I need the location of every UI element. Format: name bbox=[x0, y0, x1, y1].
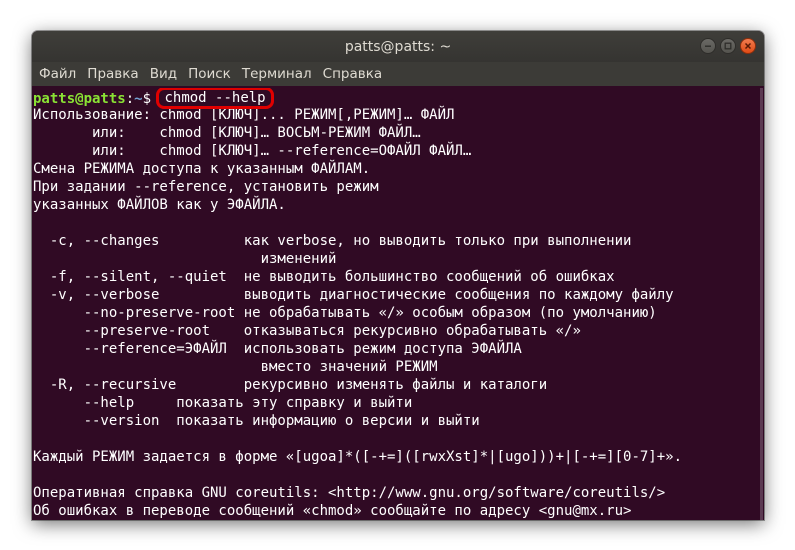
output-line: -c, --changes как verbose, но выводить т… bbox=[33, 233, 632, 249]
output-line: указанных ФАЙЛОВ как у ЭФАЙЛА. bbox=[33, 197, 286, 213]
output-line: -f, --silent, --quiet не выводить больши… bbox=[33, 269, 615, 285]
output-line: --help показать эту справку и выйти bbox=[33, 395, 413, 411]
output-line: --version показать информацию о версии и… bbox=[33, 413, 480, 429]
terminal-output[interactable]: patts@patts:~$ chmod --help Использовани… bbox=[33, 88, 758, 520]
title-bar[interactable]: patts@patts: ~ bbox=[32, 31, 764, 62]
maximize-button[interactable] bbox=[720, 38, 736, 54]
output-line: вместо значений РЕЖИМ bbox=[33, 359, 438, 375]
menu-terminal[interactable]: Терминал bbox=[242, 66, 312, 82]
output-line: Каждый РЕЖИМ задается в форме «[ugoa]*([… bbox=[33, 449, 683, 465]
menu-help[interactable]: Справка bbox=[323, 66, 382, 82]
output-line: или: chmod [КЛЮЧ]… --reference=ОФАЙЛ ФАЙ… bbox=[33, 143, 472, 159]
highlighted-command: chmod --help bbox=[156, 88, 274, 109]
prompt-user: patts@patts bbox=[33, 91, 126, 107]
terminal-window: patts@patts: ~ Файл Правка Вид Поиск Тер… bbox=[32, 31, 764, 520]
minimize-button[interactable] bbox=[700, 38, 716, 54]
output-line: Смена РЕЖИМА доступа к указанным ФАЙЛАМ. bbox=[33, 161, 371, 177]
output-line: --preserve-root отказываться рекурсивно … bbox=[33, 323, 581, 339]
output-line: При задании --reference, установить режи… bbox=[33, 179, 379, 195]
prompt-separator: : bbox=[125, 91, 135, 107]
close-icon bbox=[744, 42, 752, 50]
output-line: -v, --verbose выводить диагностические с… bbox=[33, 287, 674, 303]
output-line: Оперативная справка GNU coreutils: <http… bbox=[33, 485, 666, 501]
terminal-scrollbar[interactable] bbox=[758, 88, 764, 520]
menu-view[interactable]: Вид bbox=[150, 66, 177, 82]
maximize-icon bbox=[724, 42, 732, 50]
minimize-icon bbox=[705, 45, 711, 47]
window-title: patts@patts: ~ bbox=[344, 38, 452, 55]
prompt-path: ~ bbox=[134, 91, 143, 107]
prompt-symbol: $ bbox=[142, 91, 152, 107]
menu-search[interactable]: Поиск bbox=[188, 66, 231, 82]
scrollbar-thumb[interactable] bbox=[760, 88, 763, 520]
output-line: изменений bbox=[33, 251, 337, 267]
output-line: Использование: chmod [КЛЮЧ]... РЕЖИМ[,РЕ… bbox=[33, 107, 455, 123]
output-line: или: chmod [КЛЮЧ]… ВОСЬМ-РЕЖИМ ФАЙЛ… bbox=[33, 125, 421, 141]
menu-file[interactable]: Файл bbox=[39, 66, 76, 82]
output-line: Об ошибках в переводе сообщений «chmod» … bbox=[33, 503, 632, 519]
close-button[interactable] bbox=[740, 38, 756, 54]
prompt-line: patts@patts:~$ chmod --help bbox=[33, 88, 758, 109]
output-line: --no-preserve-root не обрабатывать «/» о… bbox=[33, 305, 657, 321]
output-line: --reference=ЭФАЙЛ использовать режим дос… bbox=[33, 341, 522, 357]
menu-edit[interactable]: Правка bbox=[87, 66, 138, 82]
menu-bar: Файл Правка Вид Поиск Терминал Справка bbox=[32, 62, 764, 86]
output-line: -R, --recursive рекурсивно изменять файл… bbox=[33, 377, 548, 393]
window-controls bbox=[700, 38, 756, 54]
